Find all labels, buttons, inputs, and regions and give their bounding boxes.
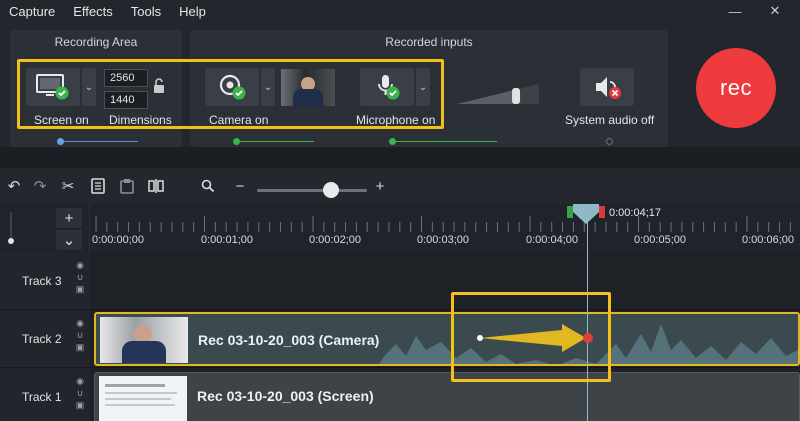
screen-connection-dot [57,138,64,145]
track-3-header[interactable]: Track 3 ◉ ∪ ▣ [0,252,90,310]
system-audio-connection-dot [606,138,613,145]
camtasia-recorder-window: Capture Effects Tools Help — ✕ Recording… [0,0,800,421]
undo-icon[interactable]: ↶ [4,177,24,195]
collapse-tracks-button[interactable]: ⌄ [56,230,82,250]
cut-icon[interactable]: ✂ [58,177,78,195]
ruler-tick-label: 0:00:06;00 [742,234,794,246]
magnet-icon[interactable]: ∪ [77,330,84,341]
system-audio-toggle-button[interactable] [580,68,634,106]
copy-icon[interactable] [88,177,108,195]
split-icon[interactable] [146,177,166,195]
zoom-search-icon[interactable] [198,177,218,195]
camera-connection-dot [233,138,240,145]
ruler-tick-label: 0:00:01;00 [201,234,253,246]
microphone-connection-dot [389,138,396,145]
screen-connection-line [60,141,138,142]
camera-clip[interactable]: Rec 03-10-20_003 (Camera) [94,312,800,366]
volume-level-graphic [457,84,539,104]
timeline-toolbar: ↶ ↷ ✂ − + [0,168,800,204]
close-button[interactable]: ✕ [760,0,790,22]
zoom-in-icon[interactable]: + [370,177,390,195]
menu-capture[interactable]: Capture [0,4,64,19]
zoom-slider-knob[interactable] [322,182,339,198]
screen-clip[interactable]: Rec 03-10-20_003 (Screen) [94,372,800,421]
ruler-tick-label: 0:00:05;00 [634,234,686,246]
track-3-lane[interactable] [90,252,800,310]
zoom-out-icon[interactable]: − [230,177,250,195]
camera-clip-title: Rec 03-10-20_003 (Camera) [198,332,380,348]
track-1-name: Track 1 [22,390,62,404]
screen-clip-thumbnail [99,376,187,421]
track-height-slider[interactable] [8,212,14,244]
magnet-icon[interactable]: ∪ [77,272,84,283]
recorded-inputs-title: Recorded inputs [385,35,473,49]
recording-area-title: Recording Area [54,35,138,49]
track-1-header[interactable]: Track 1 ◉ ∪ ▣ [0,368,90,421]
selection-end-handle[interactable] [599,206,605,218]
ruler-tick-label: 0:00:00;00 [92,234,144,246]
menu-effects[interactable]: Effects [64,4,122,19]
chevron-down-icon: ⌄ [62,232,76,249]
track-1-lane[interactable]: Rec 03-10-20_003 (Screen) [90,368,800,421]
track-3-name: Track 3 [22,274,62,288]
ruler-tick-label: 0:00:03;00 [417,234,469,246]
editor-area: ↶ ↷ ✂ − + + ⌄ 0:00:00;00 0:00:01;00 0:00… [0,168,800,421]
lock-icon[interactable]: ▣ [76,342,85,353]
microphone-connection-line [392,141,497,142]
zoom-slider-track[interactable] [257,189,367,192]
highlight-box-inputs [17,59,444,129]
eye-icon[interactable]: ◉ [76,376,84,387]
camera-connection-line [236,141,314,142]
lock-icon[interactable]: ▣ [76,284,85,295]
speaker-icon [596,77,621,99]
arrow-annotation-graphic [477,324,593,352]
microphone-volume-slider[interactable] [457,80,543,106]
redo-icon[interactable]: ↷ [30,177,50,195]
recorder-panel: Recording Area Recorded inputs ⌄ 2560 14… [0,22,800,147]
lock-icon[interactable]: ▣ [76,400,85,411]
screen-clip-title: Rec 03-10-20_003 (Screen) [197,388,374,404]
magnet-icon[interactable]: ∪ [77,388,84,399]
add-track-button[interactable]: + [56,208,82,228]
record-button[interactable]: rec [696,48,776,128]
ruler-tick-label: 0:00:04;00 [526,234,578,246]
system-audio-off-label: System audio off [565,113,655,127]
track-2-name: Track 2 [22,332,62,346]
eye-icon[interactable]: ◉ [76,318,84,329]
track-2-header[interactable]: Track 2 ◉ ∪ ▣ [0,310,90,368]
playhead-handle[interactable] [573,204,599,226]
eye-icon[interactable]: ◉ [76,260,84,271]
playhead-time: 0:00:04;17 [609,207,661,219]
menu-help[interactable]: Help [170,4,215,19]
minimize-button[interactable]: — [720,0,750,22]
menu-bar: Capture Effects Tools Help [0,0,800,22]
camera-clip-thumbnail [100,317,188,363]
time-ruler[interactable]: 0:00:00;00 0:00:01;00 0:00:02;00 0:00:03… [90,204,800,252]
paste-icon[interactable] [117,177,137,195]
menu-tools[interactable]: Tools [122,4,170,19]
ruler-side-panel: + ⌄ [0,204,90,252]
ruler-tick-label: 0:00:02;00 [309,234,361,246]
track-2-lane[interactable]: Rec 03-10-20_003 (Camera) [90,310,800,368]
